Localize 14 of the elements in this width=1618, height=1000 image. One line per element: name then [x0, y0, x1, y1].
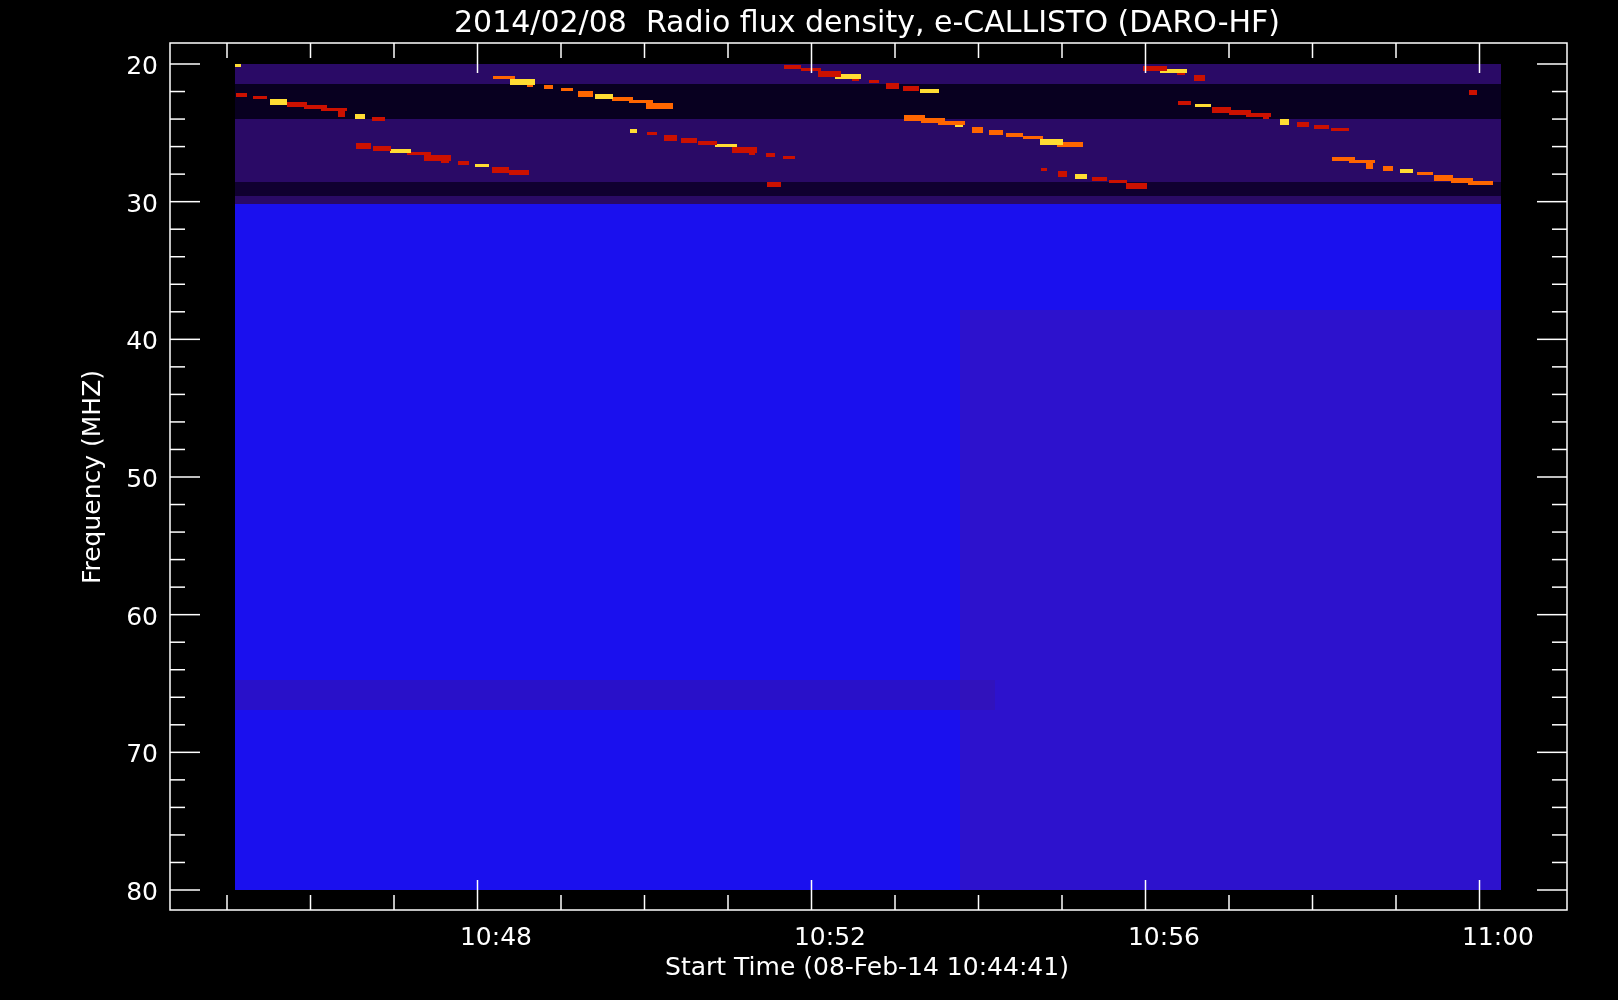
y-tick-label: 20	[126, 51, 158, 80]
x-axis-label: Start Time (08-Feb-14 10:44:41)	[665, 952, 1069, 981]
y-tick-label: 50	[126, 464, 158, 493]
y-tick-label: 70	[126, 739, 158, 769]
y-axis-label: Frequency (MHZ)	[77, 369, 106, 585]
x-tick-label: 10:48	[460, 922, 532, 951]
y-tick-label: 60	[126, 601, 158, 631]
y-tick-label: 80	[126, 877, 158, 906]
y-tick-label: 30	[126, 188, 158, 218]
x-tick-label: 10:56	[1128, 922, 1200, 951]
x-tick-label: 10:52	[794, 922, 866, 951]
x-tick-label: 11:00	[1462, 922, 1534, 951]
y-tick-label: 40	[126, 326, 158, 356]
chart-title: 2014/02/08 Radio flux density, e-CALLISTO (DARO-HF)	[453, 4, 1281, 39]
